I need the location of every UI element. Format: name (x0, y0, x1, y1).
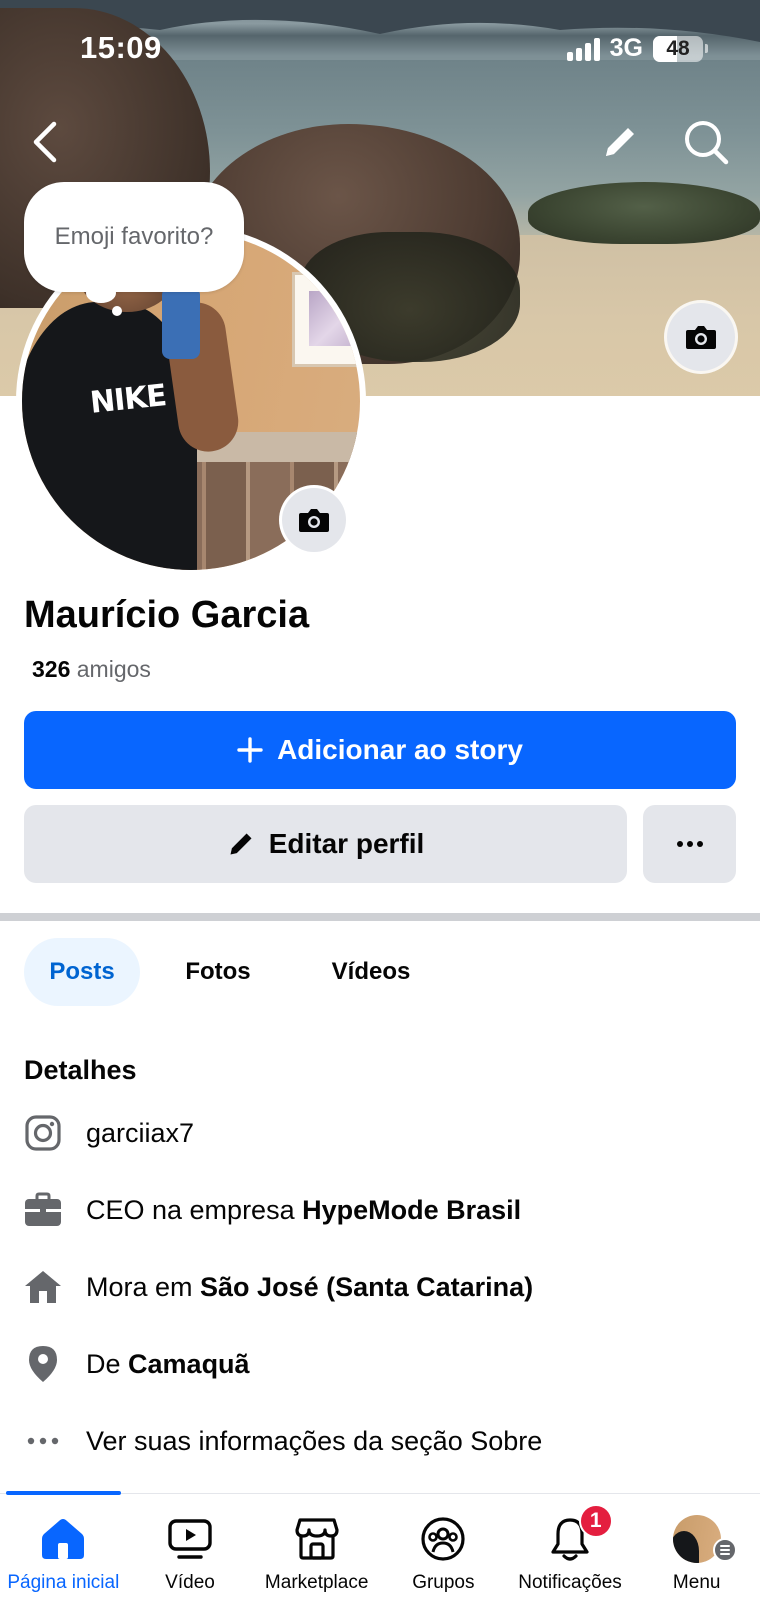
friends-count-link[interactable]: 326 amigos (32, 656, 151, 683)
see-about-text: Ver suas informações da seção Sobre (86, 1425, 543, 1456)
nav-marketplace[interactable]: Marketplace (253, 1494, 380, 1600)
camera-icon (299, 509, 329, 532)
detail-see-about[interactable]: Ver suas informações da seção Sobre (24, 1416, 542, 1466)
from-city[interactable]: Camaquã (128, 1349, 250, 1379)
nav-notifications[interactable]: Notificações 1 (507, 1494, 634, 1600)
briefcase-icon (24, 1191, 62, 1229)
more-options-button[interactable] (643, 805, 736, 883)
instagram-icon (24, 1114, 62, 1152)
nav-groups[interactable]: Grupos (380, 1494, 507, 1600)
photo-wall-frame (292, 272, 360, 367)
battery-icon: 48 (653, 35, 703, 62)
bottom-navigation: Página inicial Vídeo Marketplace Grupos … (0, 1494, 760, 1600)
menu-icon (713, 1538, 738, 1562)
edit-profile-button[interactable]: Editar perfil (24, 805, 627, 883)
back-button[interactable] (18, 114, 74, 170)
friends-label: amigos (76, 656, 151, 682)
nav-home[interactable]: Página inicial (0, 1494, 127, 1600)
signal-icon (566, 37, 600, 61)
bubble-tail-small (112, 306, 122, 316)
nav-groups-label: Grupos (412, 1572, 475, 1593)
tab-videos[interactable]: Vídeos (296, 938, 446, 1006)
more-dots-icon (24, 1422, 62, 1460)
emoji-prompt-text: Emoji favorito? (54, 223, 214, 250)
nav-menu-label: Menu (672, 1572, 721, 1593)
profile-photo-camera-button[interactable] (282, 488, 346, 552)
nav-home-label: Página inicial (7, 1572, 120, 1593)
pencil-icon (230, 833, 252, 855)
nav-video[interactable]: Vídeo (127, 1494, 254, 1600)
detail-from: De Camaquã (24, 1339, 250, 1389)
chevron-left-icon (33, 121, 57, 163)
lives-city[interactable]: São José (Santa Catarina) (200, 1272, 533, 1302)
tab-posts[interactable]: Posts (24, 938, 140, 1006)
instagram-handle: garciiax7 (86, 1117, 195, 1148)
nav-video-label: Vídeo (165, 1572, 215, 1593)
nav-menu[interactable]: Menu (633, 1494, 760, 1600)
status-indicators: 3G 48 (566, 34, 708, 63)
battery-tip (705, 44, 708, 53)
edit-cover-button[interactable] (592, 114, 648, 170)
bubble-tail-large (86, 283, 116, 303)
edit-profile-label: Editar perfil (268, 828, 425, 859)
status-time: 15:09 (80, 30, 162, 65)
work-prefix: CEO na empresa (86, 1194, 303, 1225)
cover-camera-button[interactable] (667, 303, 735, 371)
nav-marketplace-label: Marketplace (264, 1572, 369, 1593)
from-text: De Camaquã (86, 1349, 250, 1380)
marketplace-icon (292, 1514, 342, 1564)
from-prefix: De (86, 1348, 129, 1379)
work-text: CEO na empresa HypeMode Brasil (86, 1195, 521, 1226)
lives-in-text: Mora em São José (Santa Catarina) (86, 1272, 533, 1303)
details-heading: Detalhes (24, 1055, 137, 1085)
lives-prefix: Mora em (86, 1271, 201, 1302)
add-story-label: Adicionar ao story (277, 734, 523, 765)
video-icon (165, 1514, 215, 1564)
friends-count: 326 (32, 656, 71, 682)
battery-percent: 48 (666, 36, 690, 60)
work-company[interactable]: HypeMode Brasil (302, 1195, 521, 1225)
groups-icon (418, 1514, 468, 1564)
detail-instagram[interactable]: garciiax7 (24, 1108, 194, 1158)
section-divider (0, 913, 760, 921)
profile-name: Maurício Garcia (24, 594, 310, 636)
home-icon (24, 1268, 62, 1306)
more-dots-icon (676, 841, 703, 847)
plus-icon (237, 737, 263, 763)
home-icon (38, 1514, 88, 1564)
emoji-prompt-bubble[interactable]: Emoji favorito? (24, 182, 244, 292)
search-button[interactable] (678, 114, 734, 170)
add-story-button[interactable]: Adicionar ao story (24, 711, 736, 789)
profile-tabs: Posts Fotos Vídeos (24, 938, 446, 1006)
detail-work: CEO na empresa HypeMode Brasil (24, 1185, 521, 1235)
tab-photos[interactable]: Fotos (150, 938, 286, 1006)
search-icon (685, 121, 729, 165)
location-pin-icon (24, 1345, 62, 1383)
pencil-icon (606, 128, 634, 156)
camera-icon (686, 326, 716, 349)
menu-avatar-photo (672, 1515, 721, 1563)
detail-lives-in: Mora em São José (Santa Catarina) (24, 1262, 533, 1312)
notification-badge: 1 (578, 1504, 613, 1538)
network-type: 3G (609, 34, 643, 62)
cover-rock-right (528, 182, 760, 244)
nav-notifications-label: Notificações (518, 1572, 622, 1593)
photo-phone (162, 287, 200, 359)
